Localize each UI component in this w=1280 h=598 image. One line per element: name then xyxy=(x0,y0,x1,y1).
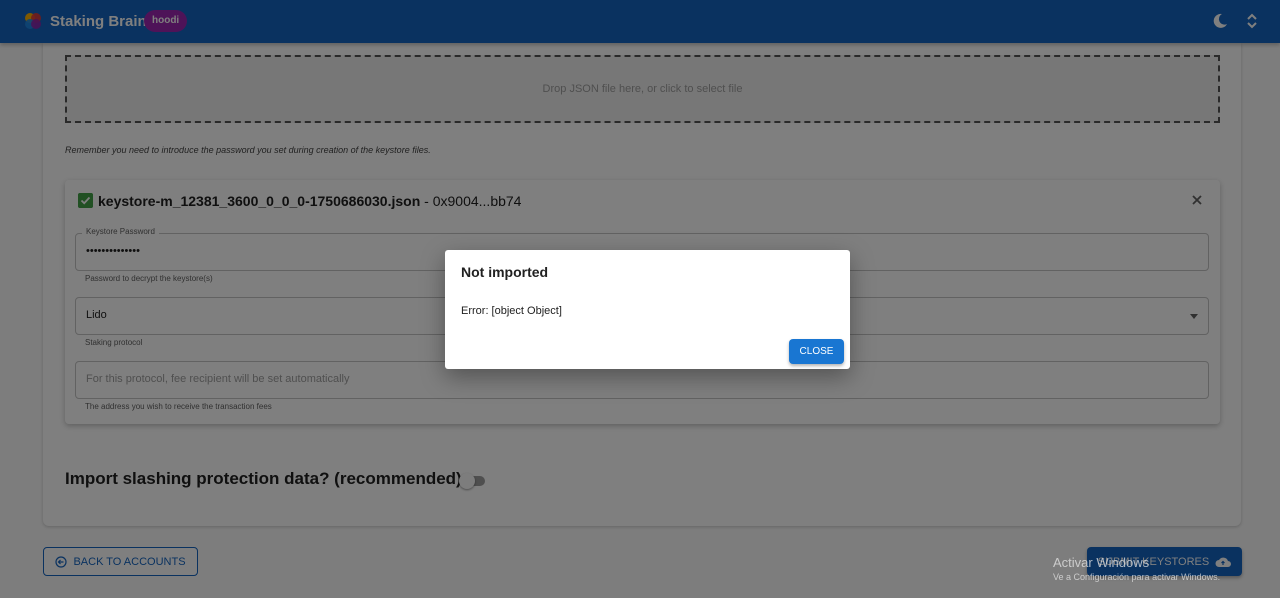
watermark-subtitle: Ve a Configuración para activar Windows. xyxy=(1053,572,1221,582)
dialog-title: Not imported xyxy=(461,264,549,280)
error-dialog: Not imported Error: [object Object] CLOS… xyxy=(445,250,850,369)
windows-activation-watermark: Activar Windows Ve a Configuración para … xyxy=(1053,555,1220,582)
close-button[interactable]: CLOSE xyxy=(789,339,844,364)
dialog-message: Error: [object Object] xyxy=(461,305,562,317)
watermark-title: Activar Windows xyxy=(1053,555,1150,570)
